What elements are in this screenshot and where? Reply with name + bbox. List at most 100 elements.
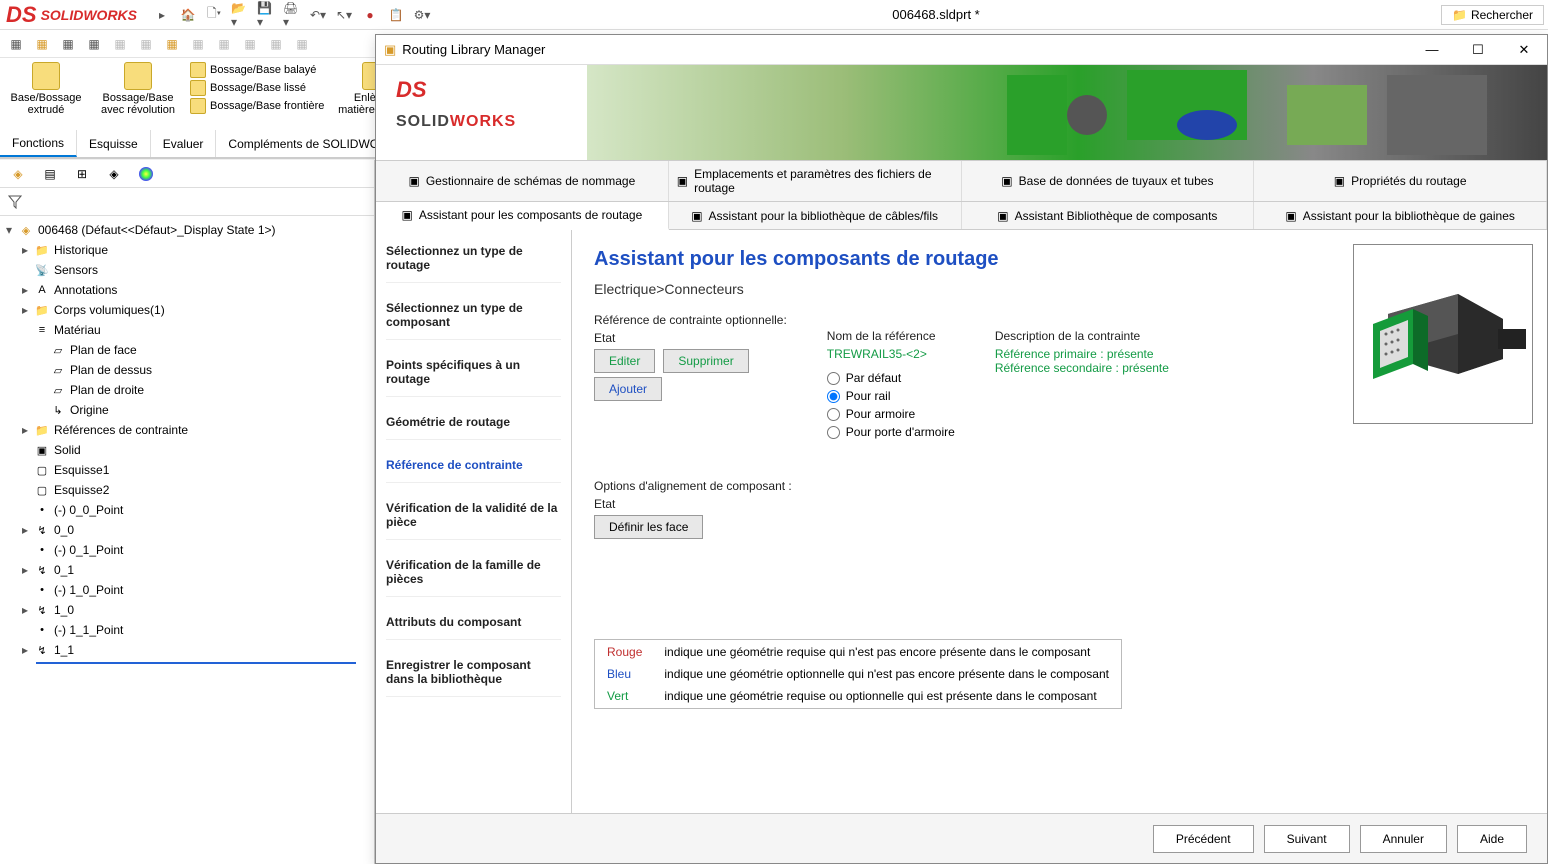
radio-input[interactable] [827, 408, 840, 421]
tree-item[interactable]: ▸AAnnotations [4, 280, 370, 300]
dialog-tab[interactable]: ▣ Assistant Bibliothèque de composants [962, 202, 1255, 229]
tree-item[interactable]: ▱Plan de dessus [4, 360, 370, 380]
maximize-button[interactable]: ☐ [1455, 35, 1501, 65]
tab-icon: ▣ [1285, 209, 1296, 223]
wizard-step[interactable]: Points spécifiques à un routage [386, 358, 561, 397]
dialog-tab[interactable]: ▣ Emplacements et paramètres des fichier… [669, 161, 962, 201]
tree-item[interactable]: ↳Origine [4, 400, 370, 420]
tree-ico-list[interactable]: ▤ [40, 164, 60, 184]
tree-item[interactable]: ▸↯1_1 [4, 640, 370, 660]
radio-option[interactable]: Pour armoire [827, 407, 955, 421]
open-icon[interactable]: 📂▾ [231, 6, 249, 24]
ribbon-tab[interactable]: Evaluer [151, 130, 217, 157]
wizard-step[interactable]: Attributs du composant [386, 615, 561, 640]
wizard-step[interactable]: Sélectionnez un type de composant [386, 301, 561, 340]
minimize-button[interactable]: — [1409, 35, 1455, 65]
help-button[interactable]: Aide [1457, 825, 1527, 853]
wizard-step[interactable]: Vérification de la validité de la pièce [386, 501, 561, 540]
options1-icon[interactable]: 📋 [387, 6, 405, 24]
radio-input[interactable] [827, 372, 840, 385]
rb-ico-11[interactable]: ▦ [266, 34, 286, 54]
ribbon-sweep[interactable]: Bossage/Base balayé [190, 62, 324, 78]
tree-item[interactable]: ▱Plan de droite [4, 380, 370, 400]
tree-item[interactable]: ▢Esquisse2 [4, 480, 370, 500]
radio-input[interactable] [827, 390, 840, 403]
tree-item[interactable]: ▸📁Historique [4, 240, 370, 260]
wizard-step[interactable]: Enregistrer le composant dans la bibliot… [386, 658, 561, 697]
tree-item[interactable]: •(-) 0_0_Point [4, 500, 370, 520]
new-icon[interactable]: 🗋▾ [205, 6, 223, 24]
ribbon-extrude[interactable]: Base/Bossage extrudé [6, 62, 86, 116]
tree-item[interactable]: 📡Sensors [4, 260, 370, 280]
tree-item[interactable]: ▸↯1_0 [4, 600, 370, 620]
tree-rollback-bar[interactable] [36, 662, 356, 664]
ribbon-loft[interactable]: Bossage/Base lissé [190, 80, 324, 96]
select-icon[interactable]: ↖▾ [335, 6, 353, 24]
tree-item[interactable]: ≡Matériau [4, 320, 370, 340]
tree-item[interactable]: •(-) 0_1_Point [4, 540, 370, 560]
tree-item[interactable]: ▱Plan de face [4, 340, 370, 360]
undo-icon[interactable]: ↶▾ [309, 6, 327, 24]
dialog-tab[interactable]: ▣ Base de données de tuyaux et tubes [962, 161, 1255, 201]
radio-option[interactable]: Par défaut [827, 371, 955, 385]
tree-ico-appear[interactable] [136, 164, 156, 184]
home-icon[interactable]: 🏠 [179, 6, 197, 24]
dialog-tab[interactable]: ▣ Assistant pour la bibliothèque de gain… [1254, 202, 1547, 229]
rb-ico-5[interactable]: ▦ [110, 34, 130, 54]
ribbon-tab[interactable]: Esquisse [77, 130, 151, 157]
next-button[interactable]: Suivant [1264, 825, 1350, 853]
rb-ico-6[interactable]: ▦ [136, 34, 156, 54]
wizard-step[interactable]: Référence de contrainte [386, 458, 561, 483]
wizard-step[interactable]: Vérification de la famille de pièces [386, 558, 561, 597]
radio-option[interactable]: Pour porte d'armoire [827, 425, 955, 439]
tree-view-icons: ◈ ▤ ⊞ ◈ [0, 160, 374, 188]
tree-item[interactable]: ▢Esquisse1 [4, 460, 370, 480]
wizard-step[interactable]: Géométrie de routage [386, 415, 561, 440]
rb-ico-4[interactable]: ▦ [84, 34, 104, 54]
tree-item[interactable]: •(-) 1_1_Point [4, 620, 370, 640]
print-icon[interactable]: 🖨▾ [283, 6, 301, 24]
define-faces-button[interactable]: Définir les face [594, 515, 703, 539]
dialog-tab[interactable]: ▣ Assistant pour la bibliothèque de câbl… [669, 202, 962, 229]
tree-ico-disp[interactable]: ◈ [104, 164, 124, 184]
cancel-button[interactable]: Annuler [1360, 825, 1447, 853]
tab-icon: ▣ [997, 209, 1008, 223]
add-button[interactable]: Ajouter [594, 377, 662, 401]
ribbon-revolve[interactable]: Bossage/Base avec révolution [98, 62, 178, 116]
save-icon[interactable]: 💾▾ [257, 6, 275, 24]
tree-item[interactable]: ▸↯0_0 [4, 520, 370, 540]
tree-item[interactable]: ▸📁Corps volumiques(1) [4, 300, 370, 320]
dialog-tab[interactable]: ▣ Propriétés du routage [1254, 161, 1547, 201]
rb-ico-7[interactable]: ▦ [162, 34, 182, 54]
rb-ico-10[interactable]: ▦ [240, 34, 260, 54]
rb-ico-8[interactable]: ▦ [188, 34, 208, 54]
dialog-tab[interactable]: ▣ Assistant pour les composants de routa… [376, 202, 669, 230]
radio-option[interactable]: Pour rail [827, 389, 955, 403]
tree-item[interactable]: ▸↯0_1 [4, 560, 370, 580]
tree-ico-feat[interactable]: ◈ [8, 164, 28, 184]
tree-filter[interactable] [0, 188, 374, 216]
prev-button[interactable]: Précédent [1153, 825, 1254, 853]
radio-input[interactable] [827, 426, 840, 439]
search-button[interactable]: 📁 Rechercher [1441, 5, 1544, 25]
delete-button[interactable]: Supprimer [663, 349, 748, 373]
rb-ico-12[interactable]: ▦ [292, 34, 312, 54]
ribbon-boundary[interactable]: Bossage/Base frontière [190, 98, 324, 114]
tree-item[interactable]: ▣Solid [4, 440, 370, 460]
dialog-tab[interactable]: ▣ Gestionnaire de schémas de nommage [376, 161, 669, 201]
rb-ico-2[interactable]: ▦ [32, 34, 52, 54]
tree-ico-cfg[interactable]: ⊞ [72, 164, 92, 184]
tree-root[interactable]: ▾ ◈ 006468 (Défaut<<Défaut>_Display Stat… [4, 220, 370, 240]
edit-button[interactable]: Editer [594, 349, 655, 373]
rb-ico-3[interactable]: ▦ [58, 34, 78, 54]
wizard-step[interactable]: Sélectionnez un type de routage [386, 244, 561, 283]
rb-ico-1[interactable]: ▦ [6, 34, 26, 54]
rb-ico-9[interactable]: ▦ [214, 34, 234, 54]
ribbon-tab[interactable]: Fonctions [0, 130, 77, 157]
settings-icon[interactable]: ⚙▾ [413, 6, 431, 24]
tree-item[interactable]: •(-) 1_0_Point [4, 580, 370, 600]
tree-item[interactable]: ▸📁Références de contrainte [4, 420, 370, 440]
rebuild-icon[interactable]: ● [361, 6, 379, 24]
expand-icon[interactable]: ▸ [153, 6, 171, 24]
close-button[interactable]: ✕ [1501, 35, 1547, 65]
